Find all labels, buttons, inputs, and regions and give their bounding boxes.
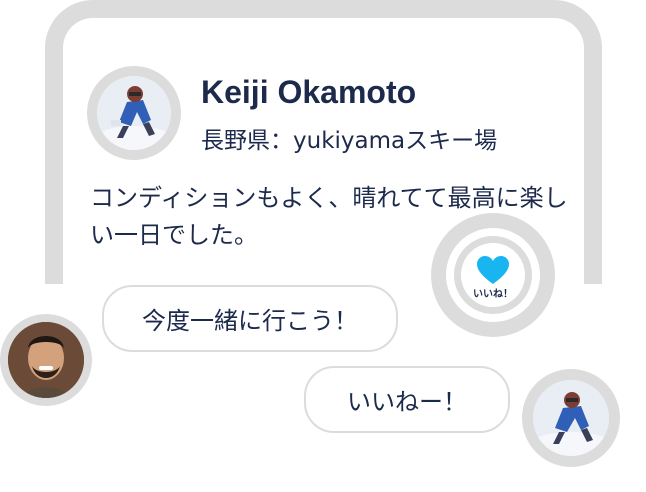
skier-avatar bbox=[533, 380, 609, 456]
commenter-avatar-1[interactable] bbox=[0, 314, 92, 406]
like-center: いいね！ bbox=[461, 243, 525, 307]
skier-image-2 bbox=[533, 380, 609, 456]
man-portrait-avatar bbox=[8, 322, 84, 398]
comment-text-1: 今度一緒に行こう！ bbox=[142, 307, 358, 335]
poster-avatar[interactable] bbox=[87, 66, 181, 160]
comment-bubble-1[interactable]: 今度一緒に行こう！ bbox=[102, 285, 398, 352]
like-badge[interactable]: いいね！ bbox=[431, 213, 555, 337]
man-portrait-image bbox=[8, 322, 84, 398]
commenter-avatar-2[interactable] bbox=[522, 369, 620, 467]
comment-bubble-2[interactable]: いいねー！ bbox=[304, 366, 510, 433]
poster-location: 長野県：yukiyamaスキー場 bbox=[201, 128, 498, 154]
skier-image bbox=[97, 76, 171, 150]
like-label: いいね！ bbox=[473, 289, 513, 300]
comment-text-2: いいねー！ bbox=[347, 388, 467, 416]
like-ring-outer: いいね！ bbox=[446, 228, 540, 322]
skier-photo bbox=[97, 76, 171, 150]
social-post-mockup: Keiji Okamoto 長野県：yukiyamaスキー場 コンディションもよ… bbox=[0, 0, 646, 492]
heart-icon bbox=[477, 256, 509, 284]
poster-name[interactable]: Keiji Okamoto bbox=[201, 74, 416, 111]
like-ring-inner: いいね！ bbox=[454, 236, 532, 314]
